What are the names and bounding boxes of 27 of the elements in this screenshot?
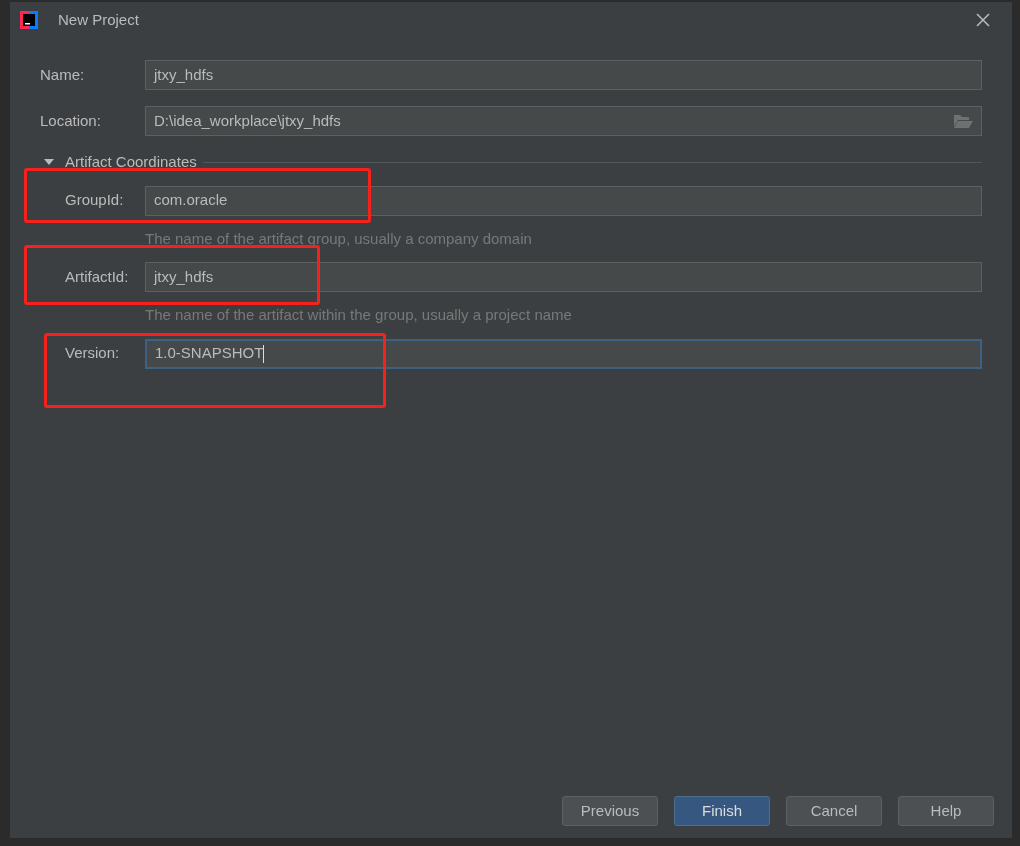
field-hint: The name of the artifact within the group, usually a project name (145, 305, 573, 325)
dialog-button[interactable]: Cancel (786, 796, 882, 826)
field-label: ArtifactId: (65, 266, 130, 287)
field-label: Location: (40, 110, 102, 131)
dialog-button[interactable]: Finish (674, 796, 770, 826)
field-label: Version: (65, 343, 121, 364)
input-field[interactable]: D:\idea_workplace\jtxy_hdfs (145, 106, 982, 136)
field-value: 1.0-SNAPSHOT (155, 343, 264, 364)
field-value: com.oracle (154, 190, 228, 211)
field-value: jtxy_hdfs (154, 64, 214, 85)
close-button[interactable] (974, 11, 992, 29)
field-hint: The name of the artifact group, usually a company domain (145, 228, 533, 249)
dialog-button[interactable]: Previous (562, 796, 658, 826)
dialog-button[interactable]: Help (898, 796, 994, 826)
window-title: New Project (58, 9, 139, 30)
field-value: D:\idea_workplace\jtxy_hdfs (154, 110, 341, 131)
field-value: jtxy_hdfs (154, 266, 214, 287)
section-toggle[interactable]: Artifact Coordinates (43, 151, 197, 174)
input-field[interactable]: jtxy_hdfs (145, 262, 982, 292)
text-cursor (263, 344, 265, 363)
expand-triangle-icon (43, 158, 55, 167)
app-logo-icon (20, 11, 38, 29)
field-label: GroupId: (65, 190, 125, 211)
input-field[interactable]: 1.0-SNAPSHOT (145, 338, 982, 369)
input-field[interactable]: jtxy_hdfs (145, 60, 982, 90)
field-label: Name: (40, 64, 86, 85)
input-field[interactable]: com.oracle (145, 185, 982, 216)
